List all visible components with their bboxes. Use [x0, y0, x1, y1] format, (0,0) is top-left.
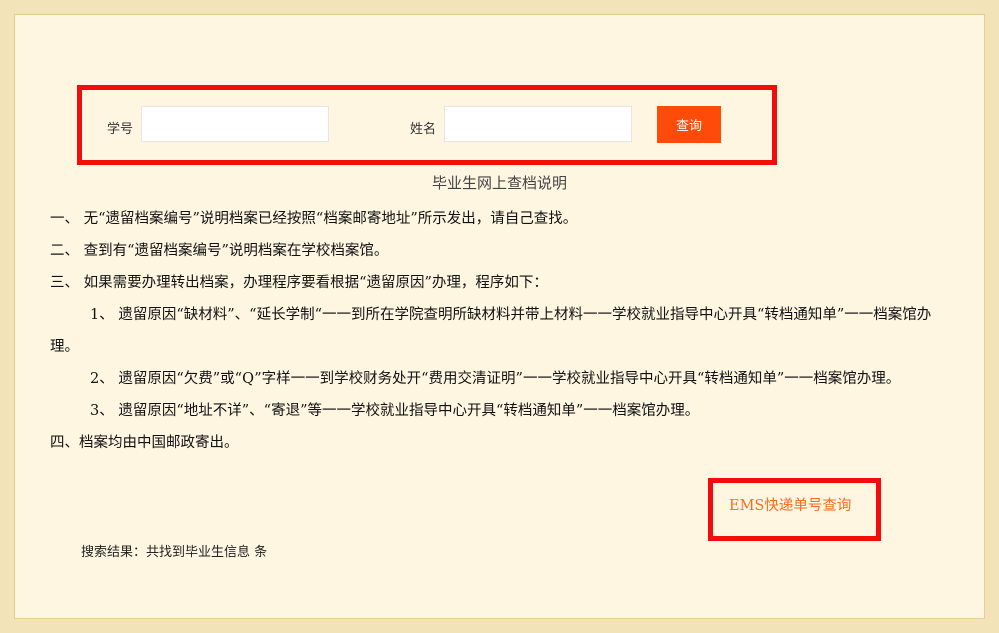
name-input[interactable] — [444, 106, 632, 142]
student-id-input[interactable] — [141, 106, 329, 142]
instruction-subitem: 2、 遗留原因“欠费”或“Q”字样一一到学校财务处开“费用交清证明”一一学校就业… — [90, 371, 901, 387]
student-id-label: 学号 — [107, 122, 134, 137]
instruction-subitem: 3、 遗留原因“地址不详”、“寄退”等一一学校就业指导中心开具“转档通知单”一一… — [90, 403, 700, 419]
instructions: 一、 无“遗留档案编号”说明档案已经按照“档案邮寄地址”所示发出，请自己查找。 … — [50, 203, 955, 459]
instruction-item: 三、 如果需要办理转出档案，办理程序要看根据“遗留原因”办理，程序如下： — [50, 275, 548, 291]
instruction-item: 二、 查到有“遗留档案编号”说明档案在学校档案馆。 — [50, 243, 389, 259]
query-button[interactable]: 查询 — [657, 106, 721, 143]
ems-tracking-link[interactable]: EMS快递单号查询 — [729, 494, 851, 515]
instruction-item: 四、档案均由中国邮政寄出。 — [50, 435, 239, 451]
doc-title: 毕业生网上查档说明 — [431, 174, 567, 192]
search-result-text: 搜索结果：共找到毕业生信息 条 — [81, 545, 268, 560]
name-label: 姓名 — [410, 122, 437, 137]
instruction-item: 一、 无“遗留档案编号”说明档案已经按照“档案邮寄地址”所示发出，请自己查找。 — [50, 211, 578, 227]
instruction-subitem: 1、 遗留原因“缺材料”、“延长学制“一一到所在学院查明所缺材料并带上材料一一学… — [50, 307, 932, 355]
